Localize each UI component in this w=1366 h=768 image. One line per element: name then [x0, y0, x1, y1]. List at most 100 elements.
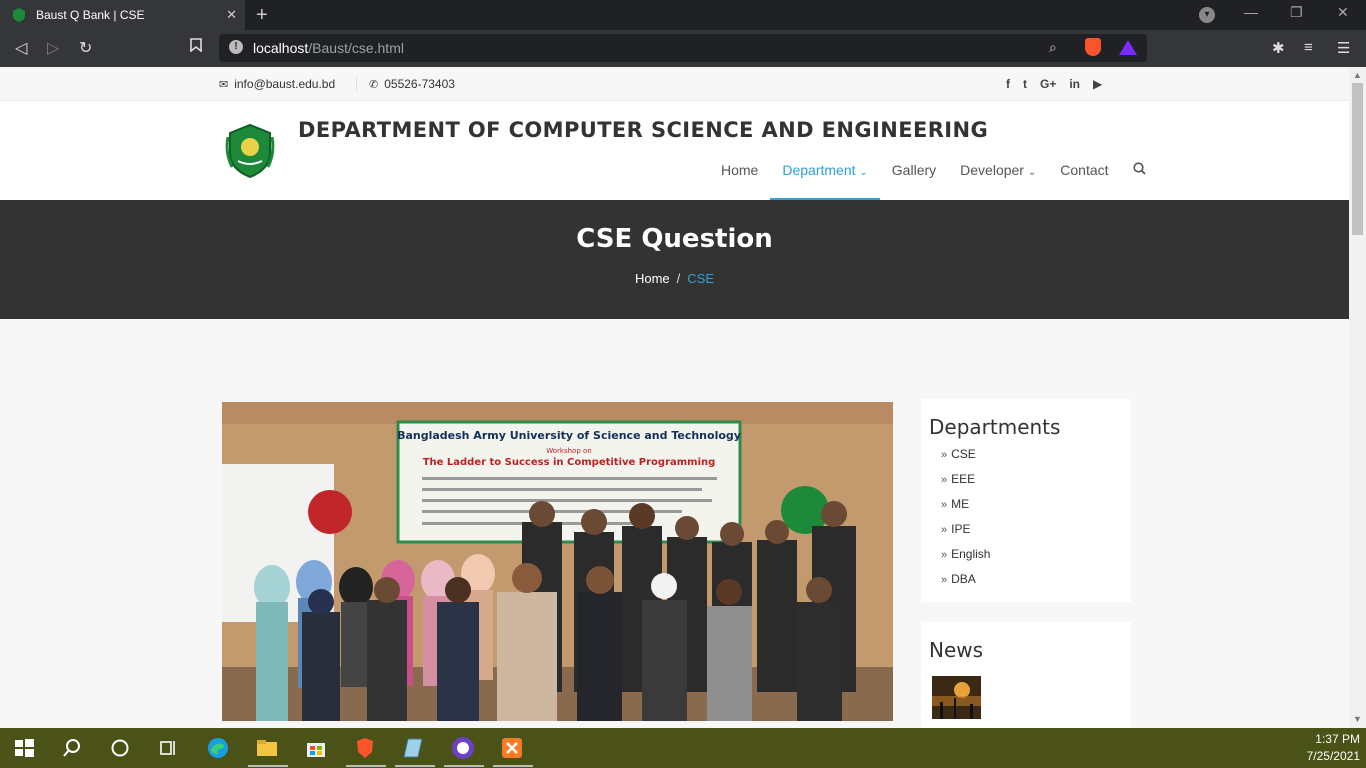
windows-taskbar: 1:37 PM 7/25/2021: [0, 728, 1366, 768]
phone-icon: ✆: [369, 79, 379, 91]
departments-title: Departments: [929, 415, 1061, 439]
university-logo[interactable]: [224, 123, 276, 179]
menu-item-contact[interactable]: Contact: [1048, 151, 1120, 200]
clock-time: 1:37 PM: [1315, 732, 1360, 746]
github-desktop-icon[interactable]: [451, 736, 475, 760]
page-scrollbar[interactable]: ▲ ▼: [1349, 67, 1366, 728]
menu-item-home[interactable]: Home: [709, 151, 770, 200]
chevron-down-icon: ⌄: [1027, 167, 1037, 178]
browser-tab[interactable]: Baust Q Bank | CSE ✕: [0, 0, 245, 30]
page-title: CSE Question: [576, 224, 773, 254]
department-label: ME: [951, 497, 970, 511]
department-link[interactable]: » IPE: [941, 522, 1131, 547]
reload-icon[interactable]: ↻: [79, 38, 92, 58]
microsoft-store-icon[interactable]: [304, 736, 328, 760]
linkedin-icon[interactable]: in: [1069, 77, 1080, 91]
url-text[interactable]: localhost/Baust/cse.html: [253, 40, 404, 56]
department-link[interactable]: » EEE: [941, 472, 1131, 497]
scroll-down-icon[interactable]: ▼: [1353, 714, 1362, 724]
department-link[interactable]: » English: [941, 547, 1131, 572]
url-host: localhost: [253, 40, 309, 56]
menu-item-developer-label: Developer: [960, 162, 1024, 178]
breadcrumb-separator: /: [676, 271, 681, 286]
github-active-indicator: [444, 765, 484, 767]
menu-item-developer[interactable]: Developer ⌄: [948, 151, 1048, 200]
phone-contact[interactable]: ✆ 05526-73403: [356, 77, 455, 91]
page-hero: CSE Question Home / CSE: [0, 200, 1349, 319]
playlist-icon[interactable]: ≡: [1304, 39, 1313, 56]
site-favicon-icon: [13, 8, 25, 22]
news-thumbnail[interactable]: [932, 676, 981, 719]
close-tab-icon[interactable]: ✕: [226, 7, 237, 23]
double-chevron-right-icon: »: [941, 474, 948, 486]
facebook-icon[interactable]: f: [1006, 77, 1010, 91]
department-label: English: [951, 547, 991, 561]
double-chevron-right-icon: »: [941, 524, 948, 536]
site-title[interactable]: DEPARTMENT OF COMPUTER SCIENCE AND ENGIN…: [298, 118, 988, 142]
banner-line1: Bangladesh Army University of Science an…: [397, 429, 741, 442]
menu-item-gallery[interactable]: Gallery: [880, 151, 948, 200]
windows-start-icon[interactable]: [12, 736, 36, 760]
search-icon[interactable]: [60, 736, 84, 760]
minimize-icon[interactable]: —: [1244, 4, 1258, 20]
browser-menu-icon[interactable]: ☰: [1337, 39, 1350, 57]
url-path: /Baust/cse.html: [308, 40, 404, 56]
department-link[interactable]: » ME: [941, 497, 1131, 522]
site-header: DEPARTMENT OF COMPUTER SCIENCE AND ENGIN…: [0, 101, 1349, 200]
main-menu: Home Department ⌄ Gallery Developer ⌄ Co…: [709, 151, 1158, 200]
forward-icon[interactable]: ▷: [47, 38, 59, 58]
news-widget: News: [921, 622, 1131, 728]
workshop-group-photo: Bangladesh Army University of Science an…: [222, 402, 893, 721]
system-clock[interactable]: 1:37 PM 7/25/2021: [1307, 731, 1360, 765]
brave-active-indicator: [346, 765, 386, 767]
close-window-icon[interactable]: ✕: [1337, 4, 1349, 21]
banner-line2: Workshop on: [546, 447, 591, 455]
xampp-active-indicator: [493, 765, 533, 767]
twitter-icon[interactable]: t: [1023, 77, 1027, 91]
department-link[interactable]: » DBA: [941, 572, 1131, 597]
department-link[interactable]: » CSE: [941, 447, 1131, 472]
back-icon[interactable]: ◁: [15, 38, 27, 58]
tab-search-icon[interactable]: ▾: [1199, 7, 1215, 23]
email-text: info@baust.edu.bd: [234, 77, 336, 91]
web-page: ✉ info@baust.edu.bd ✆ 05526-73403 f t G+ i…: [0, 67, 1349, 728]
menu-item-department[interactable]: Department ⌄: [770, 151, 880, 200]
scrollbar-thumb[interactable]: [1352, 83, 1363, 235]
cortana-icon[interactable]: [108, 736, 132, 760]
email-contact[interactable]: ✉ info@baust.edu.bd: [219, 77, 335, 91]
site-info-icon[interactable]: !: [229, 40, 243, 54]
file-explorer-active-indicator: [248, 765, 288, 767]
notepad-active-indicator: [395, 765, 435, 767]
department-label: IPE: [951, 522, 971, 536]
address-bar[interactable]: ! localhost/Baust/cse.html ⌕: [219, 34, 1147, 62]
double-chevron-right-icon: »: [941, 574, 948, 586]
bookmark-icon[interactable]: [190, 38, 202, 57]
double-chevron-right-icon: »: [941, 449, 948, 461]
tab-title: Baust Q Bank | CSE: [36, 8, 145, 22]
scroll-up-icon[interactable]: ▲: [1353, 70, 1362, 80]
department-label: DBA: [951, 572, 976, 586]
restore-icon[interactable]: ❐: [1290, 4, 1303, 21]
brave-rewards-icon[interactable]: [1119, 40, 1137, 55]
browser-toolbar: ◁ ▷ ↻ ! localhost/Baust/cse.html ⌕ ✱ ≡ ☰: [0, 30, 1366, 67]
breadcrumb-current: CSE: [687, 271, 715, 286]
new-tab-icon[interactable]: +: [256, 4, 268, 26]
breadcrumb: Home / CSE: [0, 271, 1349, 286]
task-view-icon[interactable]: [156, 736, 180, 760]
youtube-icon[interactable]: ▶: [1093, 77, 1102, 91]
zoom-icon[interactable]: ⌕: [1049, 39, 1057, 56]
extensions-icon[interactable]: ✱: [1272, 39, 1285, 57]
search-icon[interactable]: [1121, 151, 1158, 200]
browser-tabstrip: Baust Q Bank | CSE ✕ + ▾ — ❐ ✕: [0, 0, 1366, 30]
breadcrumb-home[interactable]: Home: [635, 271, 670, 286]
xampp-icon[interactable]: [500, 736, 524, 760]
departments-widget: Departments » CSE » EEE » ME » IPE » English …: [921, 399, 1131, 602]
google-plus-icon[interactable]: G+: [1040, 77, 1056, 91]
brave-shields-icon[interactable]: [1085, 38, 1101, 56]
edge-icon[interactable]: [206, 736, 230, 760]
contact-topbar: ✉ info@baust.edu.bd ✆ 05526-73403 f t G+ i…: [0, 67, 1349, 101]
brave-browser-icon[interactable]: [353, 736, 377, 760]
notepad-icon[interactable]: [402, 736, 426, 760]
file-explorer-icon[interactable]: [255, 736, 279, 760]
phone-text: 05526-73403: [384, 77, 455, 91]
